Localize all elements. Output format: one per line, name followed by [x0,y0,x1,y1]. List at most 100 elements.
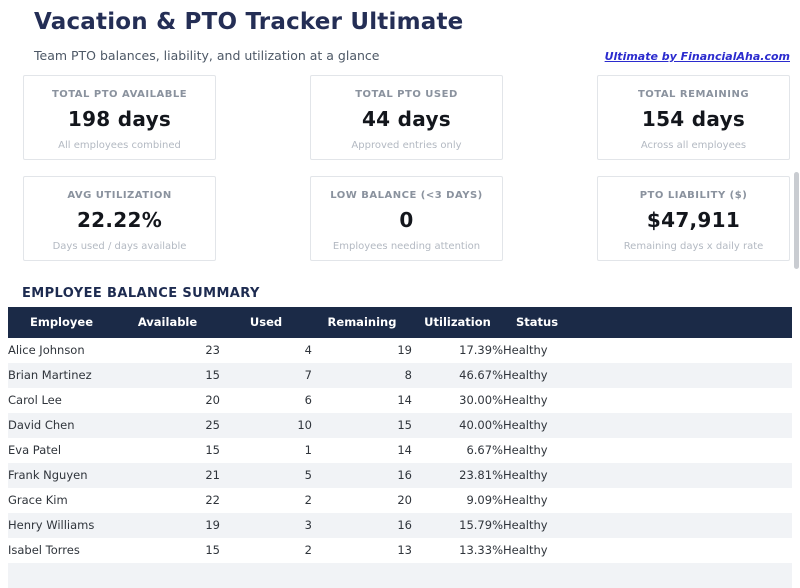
pto-dashboard-page: { "header": { "title": "Vacation & PTO T… [0,9,800,573]
subtitle-row: Team PTO balances, liability, and utiliz… [34,48,790,63]
cell-used: 7 [220,363,312,388]
table-row-david-chen: David Chen25101540.00%Healthy [8,413,792,438]
cell-status: Healthy [503,363,792,388]
column-header-remaining: Remaining [312,307,412,338]
column-header-available: Available [115,307,220,338]
column-header-status: Status [503,307,792,338]
cell-remaining: 15 [312,413,412,438]
cell-used [220,563,312,588]
stat-card-value: $47,911 [598,208,789,232]
table-row-partial [8,563,792,588]
stat-card-total-pto-available: TOTAL PTO AVAILABLE198 daysAll employees… [23,75,216,160]
table-header-row: EmployeeAvailableUsedRemainingUtilizatio… [8,307,792,338]
cell-status: Healthy [503,513,792,538]
cell-used: 4 [220,338,312,363]
stat-card-avg-utilization: AVG UTILIZATION 22.22% Days used / days av… [23,176,216,261]
stat-card-sublabel: Employees needing attention [311,241,502,252]
scrollbar-thumb[interactable] [794,172,799,269]
cell-available [115,563,220,588]
employee-table: EmployeeAvailableUsedRemainingUtilizatio… [8,307,792,588]
cell-used: 5 [220,463,312,488]
stat-card-sublabel: All employees combined [24,140,215,151]
cell-remaining: 13 [312,538,412,563]
cell-used: 3 [220,513,312,538]
table-row-alice-johnson: Alice Johnson2341917.39%Healthy [8,338,792,363]
stat-card-total-pto-used: TOTAL PTO USED 44 days Approved entries on… [310,75,503,160]
cell-available: 22 [115,488,220,513]
stat-card-value: 154 days [598,107,789,131]
cell-employee [8,563,115,588]
table-row-brian-martinez: Brian Martinez157846.67%Healthy [8,363,792,388]
cell-status: Healthy [503,463,792,488]
cell-used: 2 [220,538,312,563]
cell-status [503,563,792,588]
cell-remaining: 16 [312,463,412,488]
cell-remaining: 8 [312,363,412,388]
cell-utilization [412,563,503,588]
cell-available: 20 [115,388,220,413]
stat-card-value: 22.22% [24,208,215,232]
cell-utilization: 6.67% [412,438,503,463]
cell-status: Healthy [503,488,792,513]
cell-employee: Isabel Torres [8,538,115,563]
table-row-carol-lee: Carol Lee2061430.00%Healthy [8,388,792,413]
cell-status: Healthy [503,338,792,363]
stat-card-value: 44 days [311,107,502,131]
cell-employee: Brian Martinez [8,363,115,388]
cell-available: 25 [115,413,220,438]
cell-used: 1 [220,438,312,463]
cell-used: 6 [220,388,312,413]
stat-card-value: 198 days [24,107,215,131]
cell-used: 10 [220,413,312,438]
stat-card-sublabel: Across all employees [598,140,789,151]
cell-available: 15 [115,538,220,563]
column-header-employee: Employee [8,307,115,338]
cell-status: Healthy [503,388,792,413]
cell-used: 2 [220,488,312,513]
cell-remaining: 16 [312,513,412,538]
stat-card-low-balance-3-days: LOW BALANCE (<3 DAYS) 0 Employees needing … [310,176,503,261]
cell-remaining: 14 [312,438,412,463]
page-title: Vacation & PTO Tracker Ultimate [34,9,800,37]
stat-card-sublabel: Approved entries only [311,140,502,151]
stat-card-label: AVG UTILIZATION [24,190,215,201]
stat-card-label: TOTAL REMAINING [598,89,789,100]
cell-remaining [312,563,412,588]
cell-available: 19 [115,513,220,538]
cell-remaining: 19 [312,338,412,363]
stat-card-value: 0 [311,208,502,232]
stat-card-total-remaining: TOTAL REMAINING 154 days Across all employ… [597,75,790,160]
page-subtitle: Team PTO balances, liability, and utiliz… [34,48,379,63]
cell-employee: Eva Patel [8,438,115,463]
column-header-utilization: Utilization [412,307,503,338]
stat-card-sublabel: Remaining days x daily rate [598,241,789,252]
cell-available: 21 [115,463,220,488]
table-row-grace-kim: Grace Kim222209.09%Healthy [8,488,792,513]
section-heading: EMPLOYEE BALANCE SUMMARY [22,286,800,301]
cell-status: Healthy [503,538,792,563]
cell-utilization: 40.00% [412,413,503,438]
brand-link[interactable]: Ultimate by FinancialAha.com [605,50,790,63]
cell-employee: Grace Kim [8,488,115,513]
table-row-isabel-torres: Isabel Torres1521313.33%Healthy [8,538,792,563]
cell-employee: David Chen [8,413,115,438]
cell-employee: Henry Williams [8,513,115,538]
table-row-frank-nguyen: Frank Nguyen2151623.81%Healthy [8,463,792,488]
stat-card-label: LOW BALANCE (<3 DAYS) [311,190,502,201]
stat-card-label: PTO LIABILITY ($) [598,190,789,201]
stat-cards-row-1: TOTAL PTO AVAILABLE198 daysAll employees… [0,75,800,160]
cell-utilization: 9.09% [412,488,503,513]
stat-card-label: TOTAL PTO USED [311,89,502,100]
stat-card-sublabel: Days used / days available [24,241,215,252]
stat-card-pto-liability: PTO LIABILITY ($) $47,911 Remaining days x… [597,176,790,261]
cell-available: 23 [115,338,220,363]
cell-available: 15 [115,438,220,463]
cell-remaining: 20 [312,488,412,513]
cell-utilization: 13.33% [412,538,503,563]
cell-utilization: 46.67% [412,363,503,388]
cell-utilization: 17.39% [412,338,503,363]
cell-utilization: 15.79% [412,513,503,538]
cell-utilization: 30.00% [412,388,503,413]
cell-available: 15 [115,363,220,388]
cell-employee: Carol Lee [8,388,115,413]
